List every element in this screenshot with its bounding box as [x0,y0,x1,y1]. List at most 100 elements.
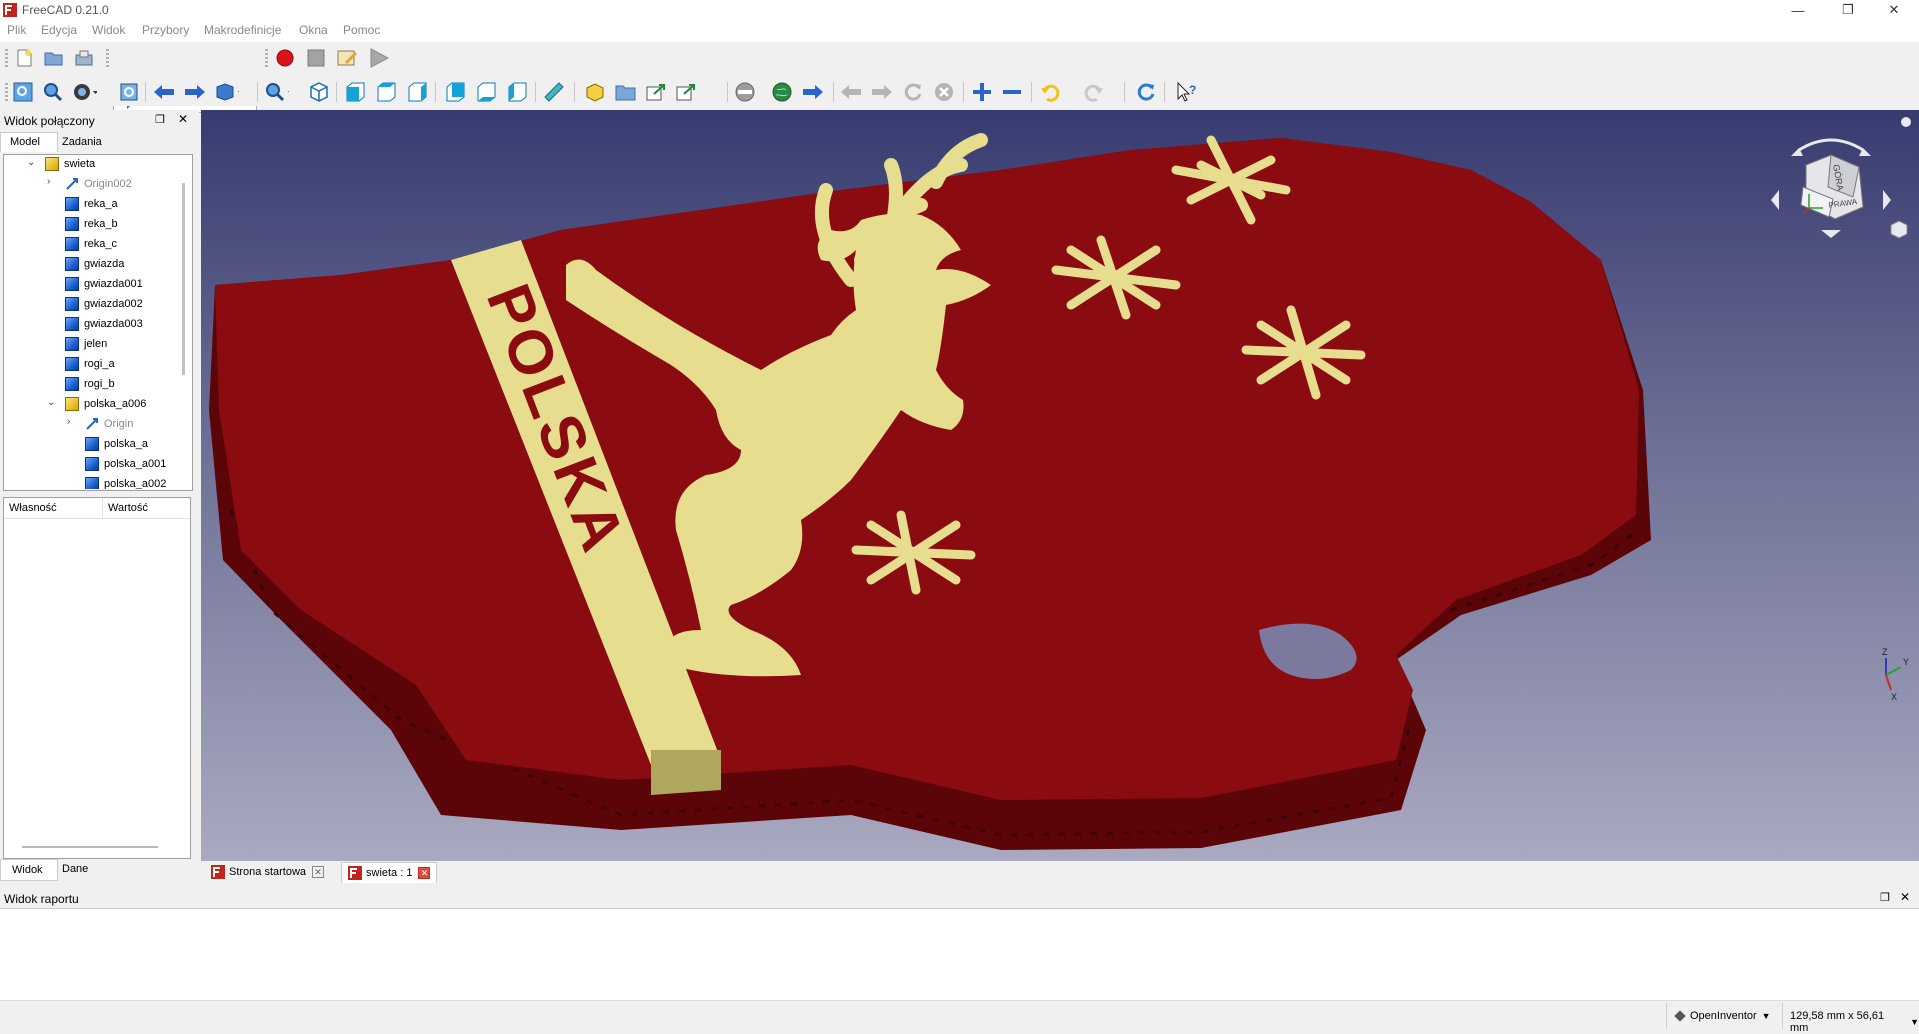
fit-selection-button[interactable] [41,81,65,103]
record-macro-button[interactable] [273,47,297,69]
bottom-view-button[interactable] [474,81,498,103]
right-view-button[interactable] [405,81,429,103]
chevron-down-icon[interactable]: ⌄ [47,397,55,408]
menu-przybory[interactable]: Przybory [142,23,189,37]
tree-item-rogi-b[interactable]: rogi_b [65,374,115,394]
report-output[interactable] [0,908,1919,1000]
web-refresh-button[interactable] [901,81,925,103]
tree-item-reka-c[interactable]: reka_c [65,234,117,254]
rear-view-button[interactable] [443,81,467,103]
tab-swieta[interactable]: swieta : 1 ✕ [341,862,438,883]
float-icon[interactable]: ❐ [155,113,165,126]
sync-view-icon [216,83,239,101]
close-button[interactable]: ✕ [1871,0,1917,20]
stop-macro-button[interactable] [304,47,328,69]
menu-widok[interactable]: Widok [92,23,125,37]
sync-view-button[interactable] [215,81,239,103]
tree-item-gwiazda[interactable]: gwiazda [65,254,124,274]
body-icon [65,377,79,391]
whats-this-button[interactable]: ? [1175,81,1199,103]
menu-makrodefinicje[interactable]: Makrodefinicje [204,23,281,37]
tree-item-reka-b[interactable]: reka_b [65,214,118,234]
create-group-button[interactable] [614,81,638,103]
stop-navigation-button[interactable] [733,81,757,103]
create-part-button[interactable] [583,81,607,103]
top-view-button[interactable] [374,81,398,103]
web-home-button[interactable] [770,81,794,103]
measure-button[interactable] [542,81,566,103]
isometric-view-button[interactable] [307,81,331,103]
zoom-out-button[interactable] [1000,81,1024,103]
back-button[interactable] [152,81,176,103]
menu-plik[interactable]: Plik [7,23,26,37]
tree-item-reka-a[interactable]: reka_a [65,194,118,214]
tree-item-origin[interactable]: Origin [85,414,133,434]
horizontal-scrollbar[interactable] [22,846,158,848]
3d-viewport[interactable]: POLSKA GÓRA PRAWA Z Y X [201,110,1919,861]
create-link-button[interactable] [645,81,669,103]
tree-item-gwiazda003[interactable]: gwiazda003 [65,314,143,334]
zoom-in-button[interactable] [970,81,994,103]
macros-button[interactable] [336,47,360,69]
menu-edycja[interactable]: Edycja [41,23,77,37]
refresh-button[interactable] [1134,81,1158,103]
close-icon[interactable]: ✕ [1900,890,1910,904]
web-stop-button[interactable] [932,81,956,103]
menu-okna[interactable]: Okna [299,23,328,37]
minus-icon [1003,90,1021,94]
tab-dane[interactable]: Dane [62,863,88,875]
web-next-button[interactable] [870,81,894,103]
minimize-button[interactable]: — [1775,0,1821,20]
arrow-right-icon [872,85,892,99]
forward-button[interactable] [183,81,207,103]
tree-item-polska-a002[interactable]: polska_a002 [85,474,166,489]
redo-button[interactable] [1082,81,1106,103]
bounding-box-button[interactable] [117,81,141,103]
tab-model[interactable]: Model [0,132,58,152]
restore-button[interactable]: ❐ [1825,0,1871,20]
tree-item-jelen[interactable]: jelen [65,334,107,354]
web-go-button[interactable] [801,81,825,103]
body-icon [65,277,79,291]
menu-pomoc[interactable]: Pomoc [343,23,380,37]
front-view-button[interactable] [343,81,367,103]
navigation-style-selector[interactable]: OpenInventor ▼ [1674,1010,1771,1022]
tree-item-swieta[interactable]: swieta [45,154,95,174]
tree-item-polska-a001[interactable]: polska_a001 [85,454,166,474]
help-cursor-icon: ? [1177,81,1196,102]
close-icon[interactable]: ✕ [418,867,431,879]
chevron-right-icon[interactable]: › [67,416,70,427]
save-button[interactable] [72,47,96,69]
left-view-button[interactable] [505,81,529,103]
tree-item-gwiazda002[interactable]: gwiazda002 [65,294,143,314]
tree-item-polska-a[interactable]: polska_a [85,434,148,454]
tab-widok[interactable]: Widok [0,859,58,881]
tree-item-gwiazda001[interactable]: gwiazda001 [65,274,143,294]
new-document-button[interactable] [12,47,36,69]
web-back-button[interactable] [839,81,863,103]
tree-item-origin002[interactable]: Origin002 [65,174,132,194]
tree-item-rogi-a[interactable]: rogi_a [65,354,115,374]
link-actions-button[interactable] [676,81,700,103]
close-icon[interactable]: ✕ [178,112,188,126]
fit-all-button[interactable] [11,81,35,103]
float-icon[interactable]: ❐ [1880,891,1890,904]
close-icon[interactable]: ✕ [312,866,325,878]
arrow-right-icon [803,85,823,99]
chevron-right-icon[interactable]: › [47,176,50,187]
tree-item-polska-a006[interactable]: polska_a006 [65,394,146,414]
navigation-cube[interactable]: GÓRA PRAWA [1771,117,1911,239]
draw-style-button[interactable] [73,81,97,103]
zoom-icon [266,83,289,102]
value-column-header: Wartość [108,502,148,514]
cube-icon [1674,1010,1686,1022]
dimension-readout[interactable]: 129,58 mm x 56,61 mm ▼ [1790,1010,1919,1034]
tab-strona-startowa[interactable]: Strona startowa ✕ [211,862,325,882]
zoom-button[interactable] [265,81,289,103]
report-view-header: Widok raportu ❐ ✕ [0,888,1919,908]
open-button[interactable] [42,47,66,69]
chevron-down-icon[interactable]: ⌄ [27,157,35,168]
tab-zadania[interactable]: Zadania [60,134,120,152]
undo-button[interactable] [1040,81,1064,103]
execute-macro-button[interactable] [367,47,391,69]
